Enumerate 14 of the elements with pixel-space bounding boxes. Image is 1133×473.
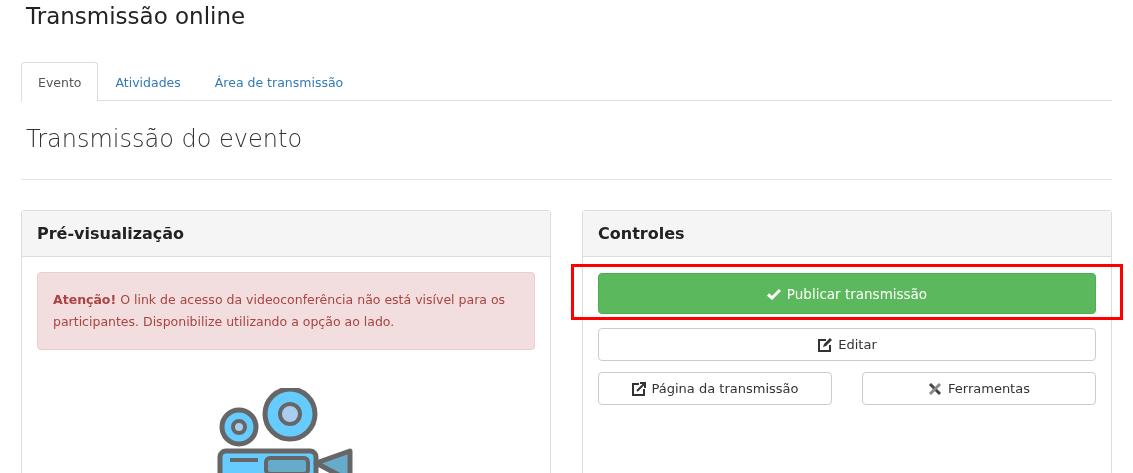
external-link-icon — [631, 381, 646, 396]
check-icon — [766, 287, 781, 300]
tab[interactable]: Atividades — [98, 62, 198, 101]
page-title: Transmissão online — [26, 3, 246, 29]
action-button[interactable]: Ferramentas — [862, 372, 1096, 405]
panel-title: Controles — [598, 224, 685, 243]
action-button[interactable]: Editar — [598, 328, 1096, 361]
edit-icon — [817, 337, 833, 352]
tab[interactable]: Evento — [21, 62, 99, 102]
warning-alert: Atenção! O link de acesso da videoconferência não está visível para os participantes. Disponibilize utilizando a opção ao lado. — [37, 272, 535, 350]
action-button[interactable]: Página da transmissão — [598, 372, 832, 405]
panel-title: Pré-visualização — [37, 224, 185, 243]
section-title: Transmissão do evento — [26, 125, 303, 153]
tab[interactable]: Área de transmissão — [197, 62, 361, 101]
